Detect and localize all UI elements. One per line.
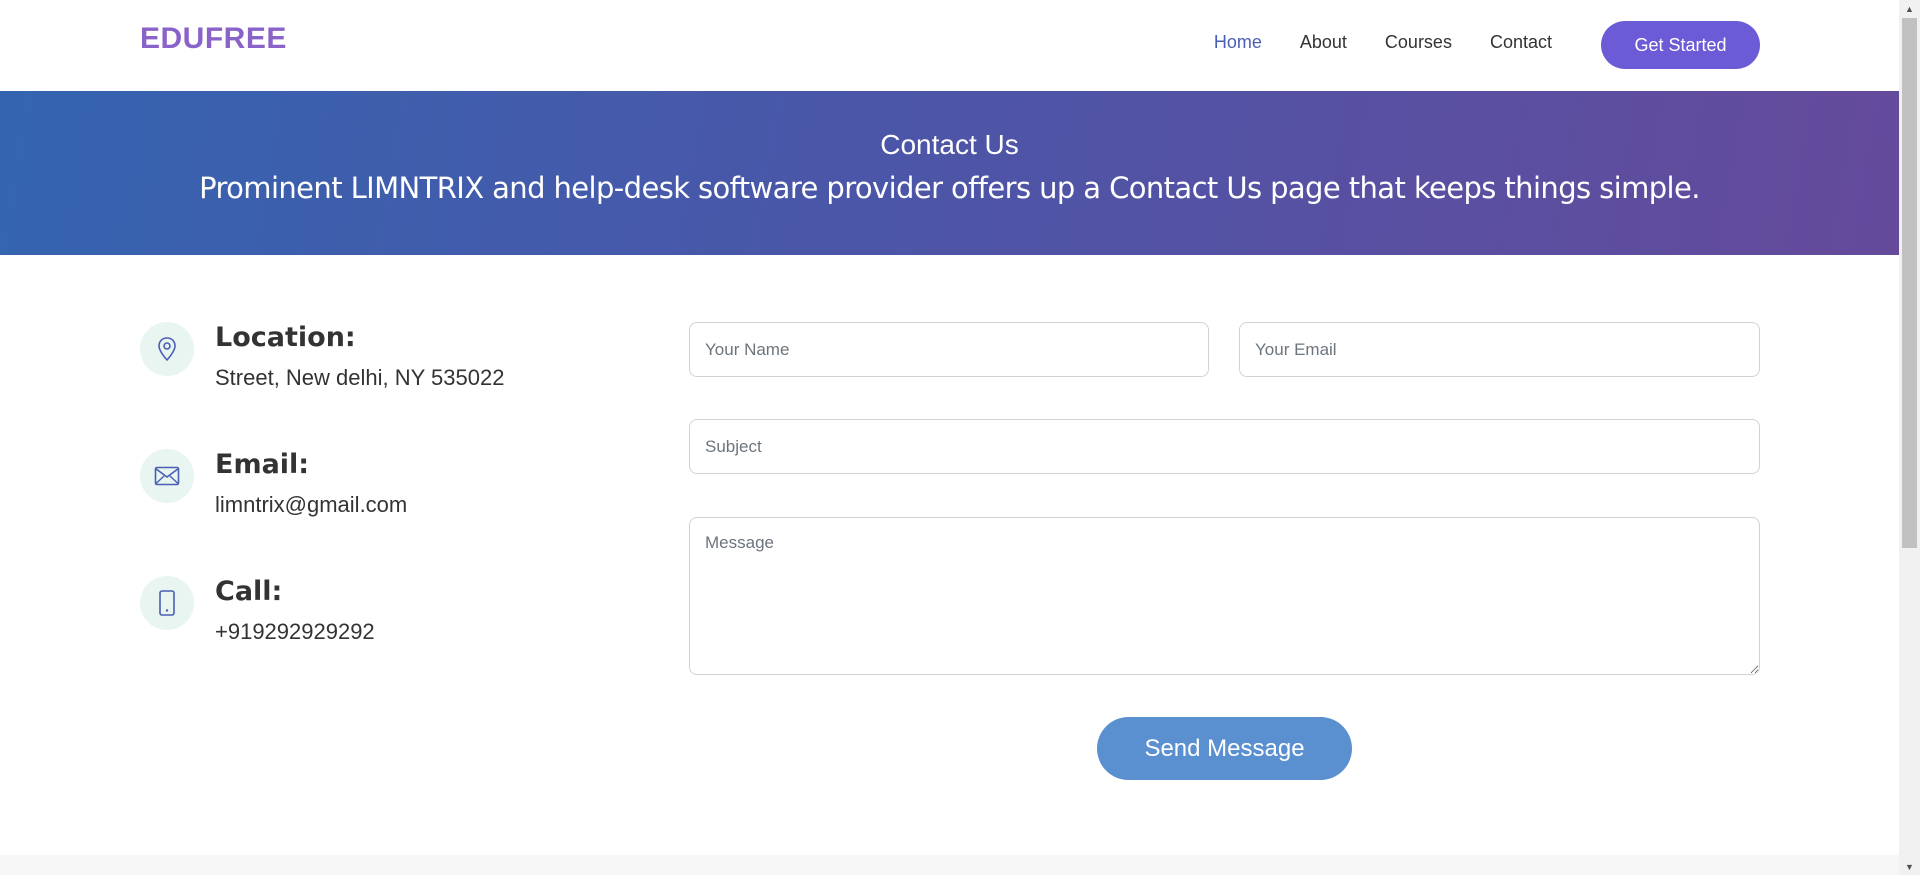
main-nav: Home About Courses Contact bbox=[1214, 32, 1552, 53]
footer-edge bbox=[0, 855, 1899, 875]
logo[interactable]: EDUFREE bbox=[140, 22, 287, 56]
hero-subtitle: Prominent LIMNTRIX and help-desk softwar… bbox=[199, 171, 1700, 205]
email-value[interactable]: limntrix@gmail.com bbox=[215, 492, 407, 518]
email-input[interactable] bbox=[1239, 322, 1760, 377]
nav-about[interactable]: About bbox=[1300, 32, 1347, 53]
message-textarea[interactable] bbox=[689, 517, 1760, 675]
envelope-icon bbox=[140, 449, 194, 503]
call-title: Call: bbox=[215, 576, 283, 607]
hero-banner: Contact Us Prominent LIMNTRIX and help-d… bbox=[0, 91, 1899, 255]
nav-courses[interactable]: Courses bbox=[1385, 32, 1452, 53]
location-title: Location: bbox=[215, 322, 356, 353]
nav-contact[interactable]: Contact bbox=[1490, 32, 1552, 53]
nav-home[interactable]: Home bbox=[1214, 32, 1262, 53]
location-value: Street, New delhi, NY 535022 bbox=[215, 365, 505, 390]
name-input[interactable] bbox=[689, 322, 1209, 377]
scroll-up-arrow-icon[interactable]: ▲ bbox=[1899, 0, 1920, 17]
vertical-scrollbar[interactable]: ▲ ▼ bbox=[1899, 0, 1920, 875]
scroll-thumb[interactable] bbox=[1902, 18, 1917, 548]
email-title: Email: bbox=[215, 449, 310, 480]
map-pin-icon bbox=[140, 322, 194, 376]
page-title: Contact Us bbox=[880, 129, 1019, 160]
scroll-down-arrow-icon[interactable]: ▼ bbox=[1899, 858, 1920, 875]
call-value[interactable]: +919292929292 bbox=[215, 619, 375, 645]
page: EDUFREE Home About Courses Contact Get S… bbox=[0, 0, 1899, 875]
subject-input[interactable] bbox=[689, 419, 1760, 474]
get-started-button[interactable]: Get Started bbox=[1601, 21, 1760, 69]
send-message-button[interactable]: Send Message bbox=[1097, 717, 1352, 780]
site-header: EDUFREE Home About Courses Contact Get S… bbox=[0, 0, 1899, 91]
phone-icon bbox=[140, 576, 194, 630]
